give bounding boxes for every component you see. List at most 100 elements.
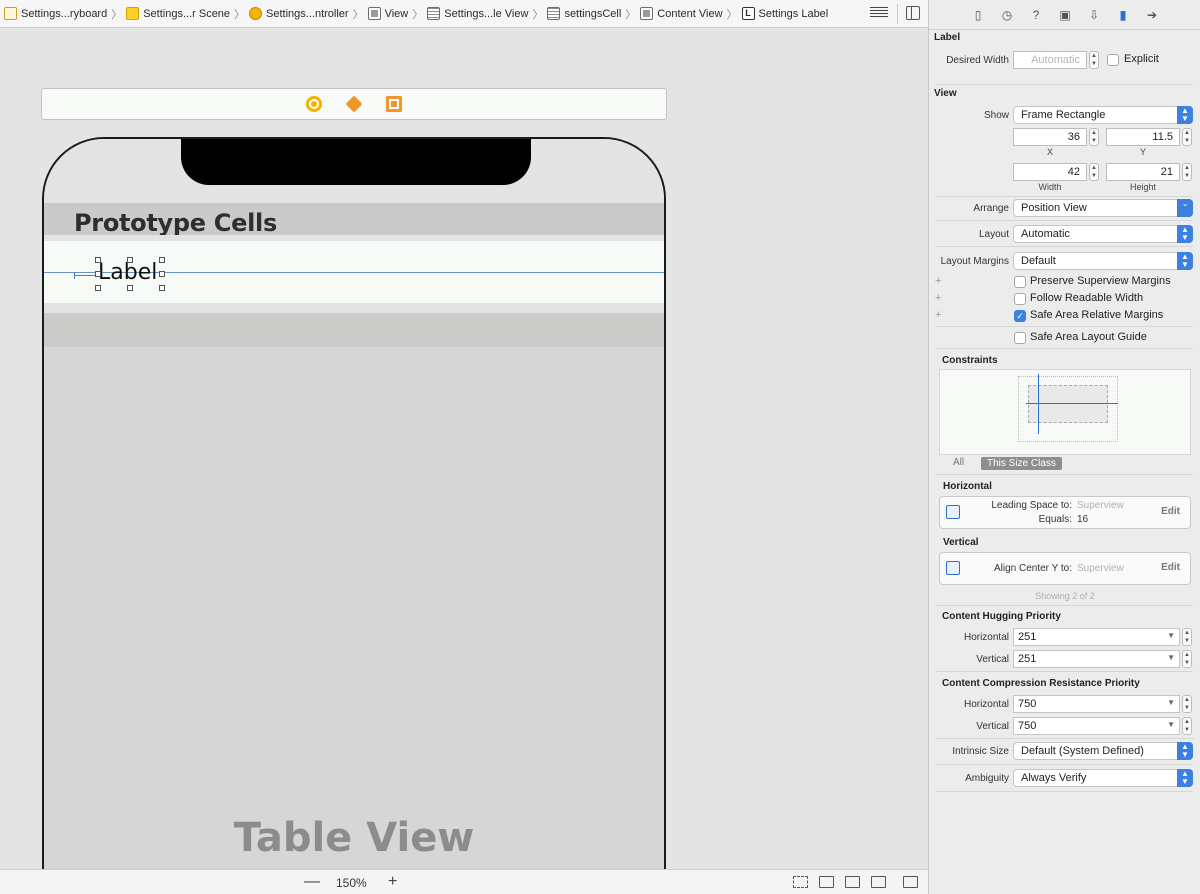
size-inspector: ▯ ◷ ? ▣ ⇩ ▮ ➔ Label Desired Width Automa… (928, 0, 1200, 894)
file-inspector-icon[interactable]: ▯ (971, 8, 985, 22)
size-inspector-icon[interactable]: ▮ (1116, 8, 1130, 22)
height-stepper[interactable]: ▲ ▼ (1182, 163, 1192, 181)
arrange-popup[interactable]: Position View ⌄ (1013, 199, 1193, 217)
explicit-label: Explicit (1124, 53, 1159, 65)
show-popup[interactable]: Frame Rectangle ▲ ▼ (1013, 106, 1193, 124)
resize-handle[interactable] (95, 285, 101, 291)
add-constraints-icon[interactable] (845, 876, 860, 888)
compression-vertical-combo[interactable]: 750 ▼ (1013, 717, 1180, 735)
popup-arrows-icon: ▲ ▼ (1177, 742, 1193, 760)
breadcrumb-item-view[interactable]: View (367, 7, 409, 20)
compression-vertical-stepper[interactable]: ▲ ▼ (1182, 717, 1192, 735)
chevron-right-icon: 〉 (726, 8, 738, 21)
resize-handle[interactable] (95, 271, 101, 277)
all-size-classes-tab[interactable]: All (953, 457, 964, 468)
zoom-in-button[interactable]: + (388, 874, 397, 890)
breadcrumb-item-label[interactable]: L Settings Label (741, 7, 828, 20)
identity-inspector-icon[interactable]: ▣ (1058, 8, 1072, 22)
add-editor-icon[interactable] (906, 6, 920, 20)
chevron-right-icon: 〉 (625, 8, 637, 21)
compression-horizontal-combo[interactable]: 750 ▼ (1013, 695, 1180, 713)
edit-vertical-button[interactable]: Edit (1161, 562, 1180, 573)
width-field[interactable]: 42 (1013, 163, 1087, 181)
intrinsic-size-popup[interactable]: Default (System Defined) ▲ ▼ (1013, 742, 1193, 760)
vertical-constraint-card[interactable]: Align Center Y to: Superview Edit (939, 552, 1191, 585)
add-variation-icon[interactable]: + (935, 275, 941, 287)
layout-label: Layout (978, 229, 1009, 240)
table-view-icon (427, 7, 441, 20)
settings-cell[interactable]: Label (44, 241, 664, 303)
arrange-value: Position View (1021, 202, 1087, 214)
y-stepper[interactable]: ▲ ▼ (1182, 128, 1192, 146)
horizontal-constraint-card[interactable]: Leading Space to: Superview Equals: 16 E… (939, 496, 1191, 529)
breadcrumb-item-controller[interactable]: Settings...ntroller (249, 7, 349, 20)
height-caption: Height (1129, 182, 1156, 192)
document-items-icon[interactable] (870, 7, 888, 19)
help-inspector-icon[interactable]: ? (1029, 8, 1043, 22)
breadcrumb-item-scene[interactable]: Settings...r Scene (126, 7, 230, 20)
hugging-vertical-stepper[interactable]: ▲ ▼ (1182, 650, 1192, 668)
hugging-horizontal-combo[interactable]: 251 ▼ (1013, 628, 1180, 646)
layout-popup[interactable]: Automatic ▲ ▼ (1013, 225, 1193, 243)
equals-label: Equals: (1038, 514, 1072, 525)
height-field[interactable]: 21 (1106, 163, 1180, 181)
chevron-right-icon: 〉 (111, 8, 123, 21)
safe-area-guide-checkbox[interactable] (1014, 332, 1026, 344)
divider (935, 605, 1193, 606)
update-frames-icon[interactable] (793, 876, 808, 888)
readable-width-checkbox[interactable] (1014, 293, 1026, 305)
align-icon[interactable] (819, 876, 834, 888)
width-stepper[interactable]: ▲ ▼ (1089, 163, 1099, 181)
first-responder-icon[interactable] (345, 95, 363, 113)
device-frame[interactable]: Prototype Cells Label Table View (42, 137, 666, 869)
breadcrumb-item-storyboard[interactable]: Settings...ryboard (4, 7, 107, 20)
resize-handle[interactable] (127, 257, 133, 263)
compression-horizontal-stepper[interactable]: ▲ ▼ (1182, 695, 1192, 713)
breadcrumb-label: Settings...r Scene (143, 7, 231, 20)
layout-margins-popup[interactable]: Default ▲ ▼ (1013, 252, 1193, 270)
desired-width-field[interactable]: Automatic (1013, 51, 1087, 69)
breadcrumb-item-cell[interactable]: settingsCell (547, 7, 621, 20)
exit-icon[interactable] (386, 96, 402, 112)
zoom-level: 150% (336, 876, 367, 890)
ambiguity-popup[interactable]: Always Verify ▲ ▼ (1013, 769, 1193, 787)
hugging-horizontal-label: Horizontal (963, 632, 1009, 643)
explicit-checkbox[interactable] (1107, 54, 1119, 66)
safe-area-margins-checkbox[interactable]: ✓ (1014, 310, 1026, 322)
breadcrumb-item-table-view[interactable]: Settings...le View (427, 7, 528, 20)
history-inspector-icon[interactable]: ◷ (1000, 8, 1014, 22)
embed-in-icon[interactable] (903, 876, 918, 888)
preserve-margins-checkbox[interactable] (1014, 276, 1026, 288)
resize-handle[interactable] (95, 257, 101, 263)
intrinsic-size-value: Default (System Defined) (1021, 745, 1144, 757)
scene-dock (41, 88, 667, 120)
chevron-down-icon: ⌄ (1177, 199, 1193, 217)
zoom-out-button[interactable]: — (304, 874, 320, 890)
y-field[interactable]: 11.5 (1106, 128, 1180, 146)
popup-arrows-icon: ▲ ▼ (1177, 225, 1193, 243)
add-variation-icon[interactable]: + (935, 292, 941, 304)
view-controller-icon[interactable] (306, 96, 322, 112)
this-size-class-tab[interactable]: This Size Class (981, 457, 1062, 470)
hugging-vertical-combo[interactable]: 251 ▼ (1013, 650, 1180, 668)
resize-handle[interactable] (159, 257, 165, 263)
storyboard-canvas[interactable]: Prototype Cells Label Table View (0, 28, 928, 869)
hugging-horizontal-stepper[interactable]: ▲ ▼ (1182, 628, 1192, 646)
x-stepper[interactable]: ▲ ▼ (1089, 128, 1099, 146)
x-field[interactable]: 36 (1013, 128, 1087, 146)
show-label: Show (983, 110, 1009, 121)
attributes-inspector-icon[interactable]: ⇩ (1087, 8, 1101, 22)
connections-inspector-icon[interactable]: ➔ (1145, 8, 1159, 22)
resize-handle[interactable] (127, 285, 133, 291)
resize-handle[interactable] (159, 285, 165, 291)
resolve-issues-icon[interactable] (871, 876, 886, 888)
chevron-right-icon: 〉 (352, 8, 364, 21)
add-variation-icon[interactable]: + (935, 309, 941, 321)
resize-handle[interactable] (159, 271, 165, 277)
desired-width-stepper[interactable]: ▲ ▼ (1089, 51, 1099, 69)
layout-value: Automatic (1021, 228, 1070, 240)
breadcrumb-item-content-view[interactable]: Content View (640, 7, 723, 20)
edit-horizontal-button[interactable]: Edit (1161, 506, 1180, 517)
breadcrumb-label: View (384, 7, 409, 20)
divider (897, 4, 898, 24)
